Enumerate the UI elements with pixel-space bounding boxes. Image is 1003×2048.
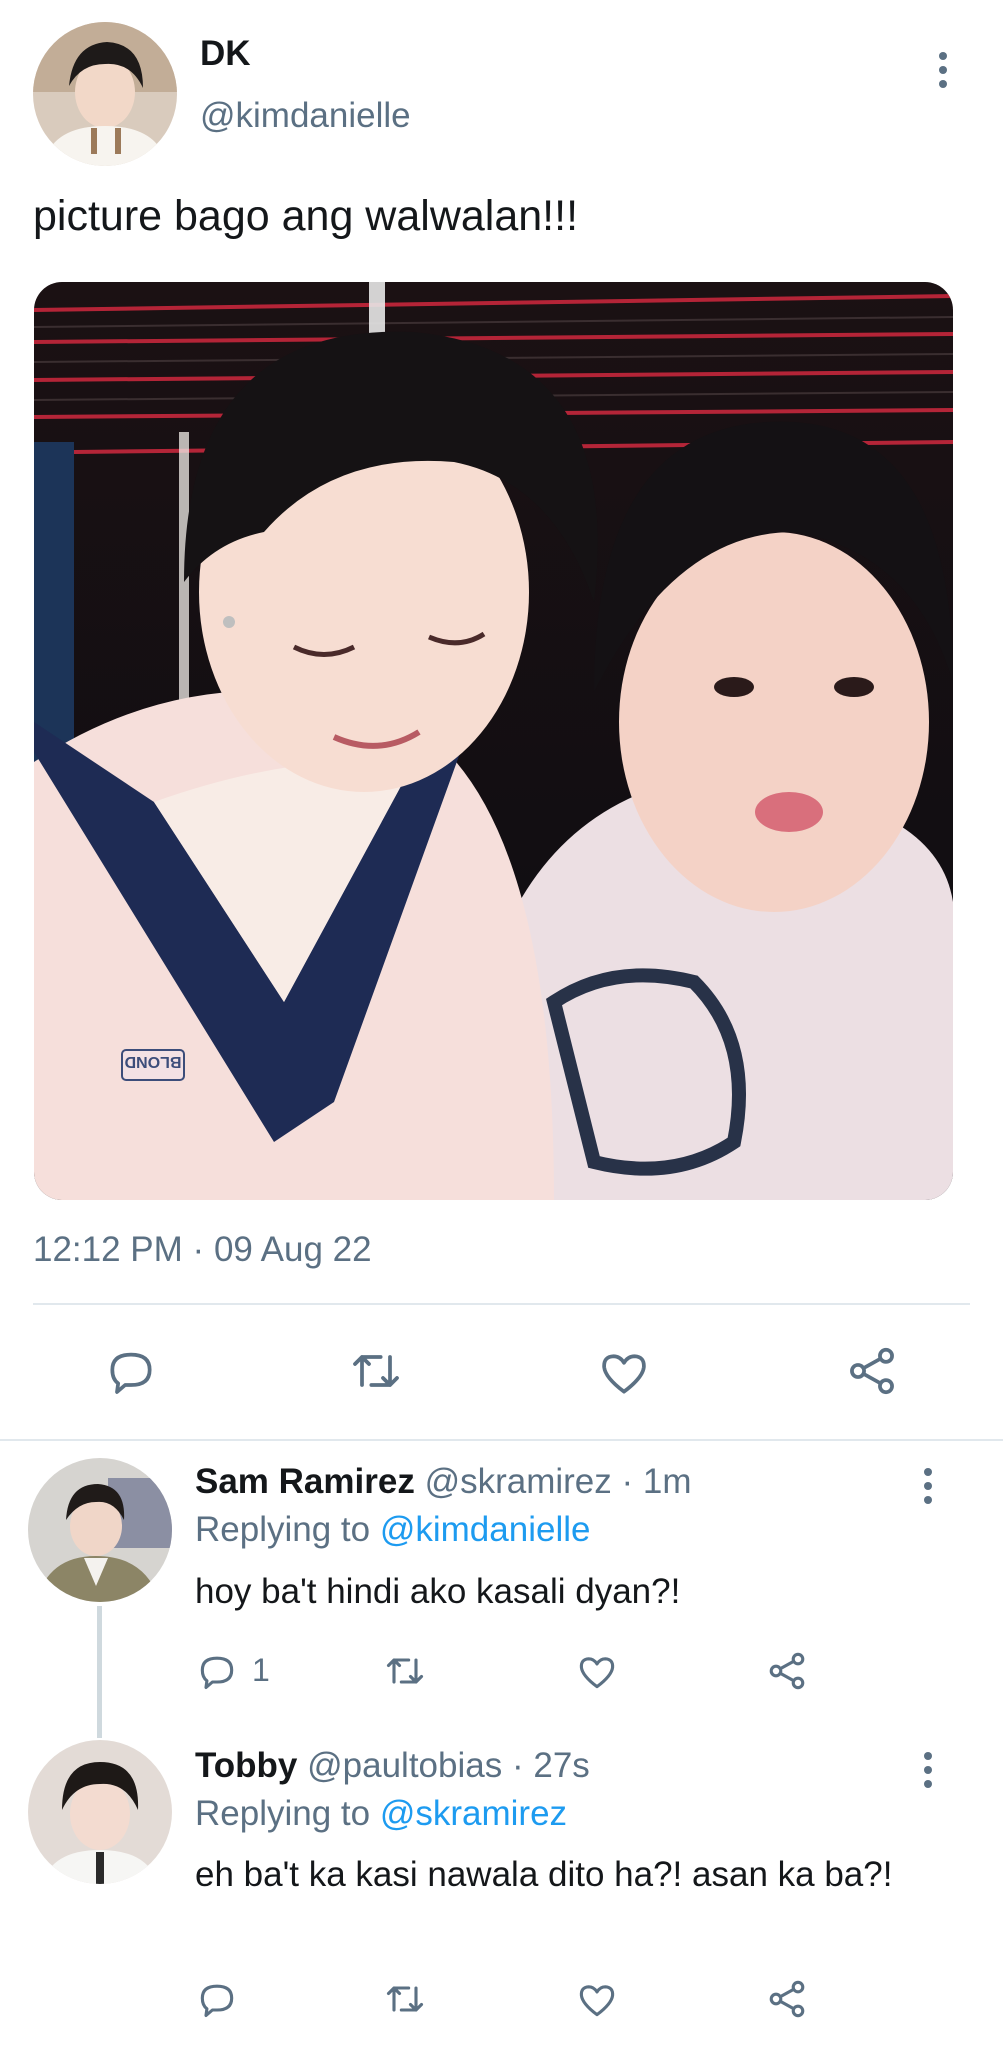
tweet-photo[interactable]: BLOND xyxy=(34,282,953,1200)
divider xyxy=(33,1303,970,1305)
divider xyxy=(0,1439,1003,1441)
retweet-icon[interactable] xyxy=(383,1649,427,1693)
tweet-date[interactable]: 09 Aug 22 xyxy=(214,1230,372,1269)
share-icon[interactable] xyxy=(765,1649,809,1693)
photo-patch-text: BLOND xyxy=(125,1053,182,1070)
retweet-icon[interactable] xyxy=(348,1343,404,1399)
replying-to-label: Replying to xyxy=(195,1510,371,1549)
replying-to-link[interactable]: @skramirez xyxy=(380,1794,567,1833)
separator-dot: · xyxy=(621,1462,634,1501)
reply-text: eh ba't ka kasi nawala dito ha?! asan ka… xyxy=(195,1855,893,1894)
more-icon[interactable] xyxy=(918,1752,938,1788)
reply-header: Sam Ramirez @skramirez · 1m xyxy=(195,1462,692,1502)
reply-avatar[interactable] xyxy=(28,1740,172,1884)
author-display-name[interactable]: DK xyxy=(200,34,251,74)
reply-display-name[interactable]: Sam Ramirez xyxy=(195,1462,415,1501)
reply-avatar[interactable] xyxy=(28,1458,172,1602)
reply-text: hoy ba't hindi ako kasali dyan?! xyxy=(195,1572,681,1611)
like-icon[interactable] xyxy=(575,1978,619,2022)
author-avatar-image xyxy=(33,22,177,166)
replying-to-label: Replying to xyxy=(195,1794,371,1833)
author-avatar[interactable] xyxy=(33,22,177,166)
reply-icon[interactable] xyxy=(195,1649,239,1693)
reply-icon[interactable] xyxy=(195,1977,239,2021)
replying-to-link[interactable]: @kimdanielle xyxy=(380,1510,591,1549)
like-icon[interactable] xyxy=(596,1345,652,1401)
share-icon[interactable] xyxy=(844,1343,900,1399)
share-icon[interactable] xyxy=(765,1977,809,2021)
reply-count: 1 xyxy=(252,1652,270,1688)
reply-header: Tobby @paultobias · 27s xyxy=(195,1746,590,1786)
tweet-photo-image: BLOND xyxy=(34,282,953,1200)
tweet-text: picture bago ang walwalan!!! xyxy=(33,192,579,240)
reply-time[interactable]: 1m xyxy=(643,1462,692,1501)
tweet-time[interactable]: 12:12 PM xyxy=(33,1230,183,1269)
reply-handle[interactable]: @skramirez xyxy=(425,1462,612,1501)
more-icon[interactable] xyxy=(918,1468,938,1504)
separator-dot: · xyxy=(192,1230,205,1269)
more-icon[interactable] xyxy=(933,52,953,88)
separator-dot: · xyxy=(511,1746,524,1785)
reply-icon[interactable] xyxy=(103,1343,159,1399)
reply-avatar-image xyxy=(28,1458,172,1602)
retweet-icon[interactable] xyxy=(383,1977,427,2021)
reply-handle[interactable]: @paultobias xyxy=(307,1746,502,1785)
replying-to-row: Replying to @skramirez xyxy=(195,1794,567,1834)
reply-avatar-image xyxy=(28,1740,172,1884)
tweet-timestamp-row: 12:12 PM · 09 Aug 22 xyxy=(33,1230,372,1270)
author-handle[interactable]: @kimdanielle xyxy=(200,96,411,136)
thread-line xyxy=(97,1606,102,1738)
like-icon[interactable] xyxy=(575,1650,619,1694)
reply-time[interactable]: 27s xyxy=(533,1746,589,1785)
reply-display-name[interactable]: Tobby xyxy=(195,1746,297,1785)
replying-to-row: Replying to @kimdanielle xyxy=(195,1510,590,1550)
